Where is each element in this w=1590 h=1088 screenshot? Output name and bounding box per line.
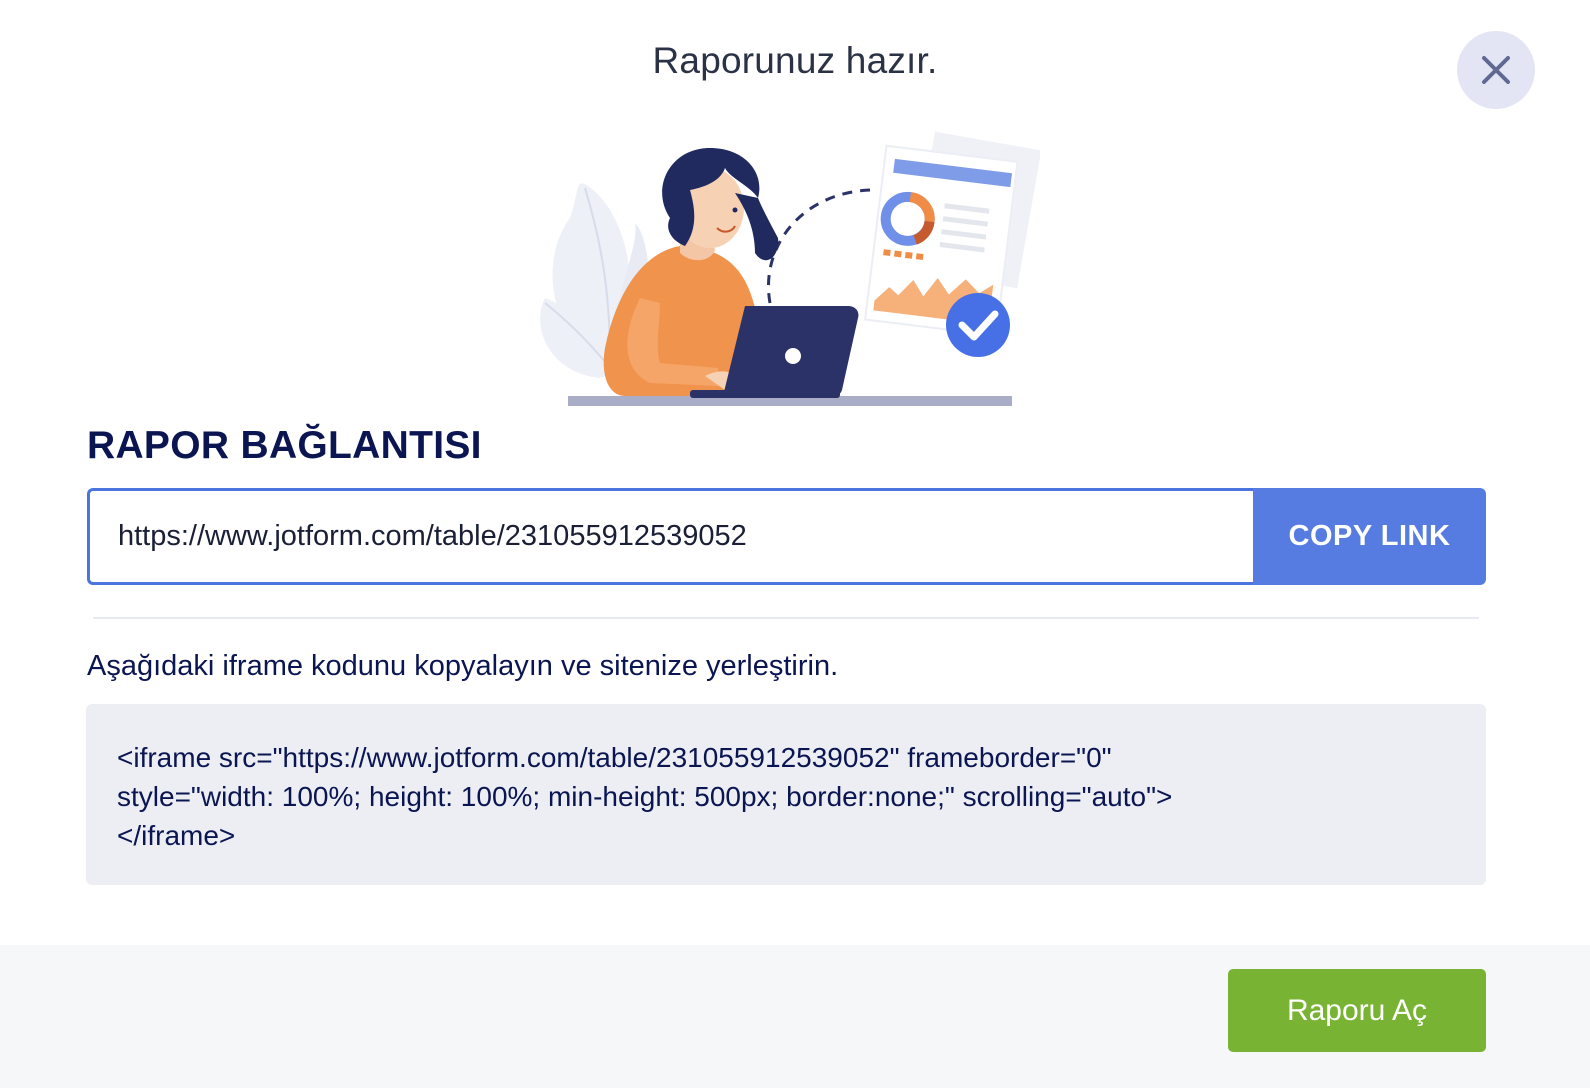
report-url-input[interactable] (87, 488, 1253, 585)
report-link-heading: RAPOR BAĞLANTISI (87, 424, 482, 467)
report-ready-modal: Raporunuz hazır. RAPOR BAĞLANTISI https:… (0, 0, 1590, 1088)
report-link-row: COPY LINK (87, 488, 1486, 585)
embed-code-box[interactable]: <iframe src="https://www.jotform.com/tab… (86, 704, 1486, 885)
embed-instruction: Aşağıdaki iframe kodunu kopyalayın ve si… (87, 650, 839, 682)
check-badge-icon (946, 293, 1010, 357)
open-report-button[interactable]: Raporu Aç (1228, 969, 1486, 1052)
embed-code-text[interactable]: <iframe src="https://www.jotform.com/tab… (117, 738, 1455, 855)
report-illustration (530, 128, 1042, 413)
close-icon (1482, 56, 1510, 84)
close-button[interactable] (1457, 31, 1535, 109)
modal-title: Raporunuz hazır. (652, 40, 938, 81)
copy-link-button[interactable]: COPY LINK (1253, 488, 1486, 585)
divider (93, 617, 1479, 619)
